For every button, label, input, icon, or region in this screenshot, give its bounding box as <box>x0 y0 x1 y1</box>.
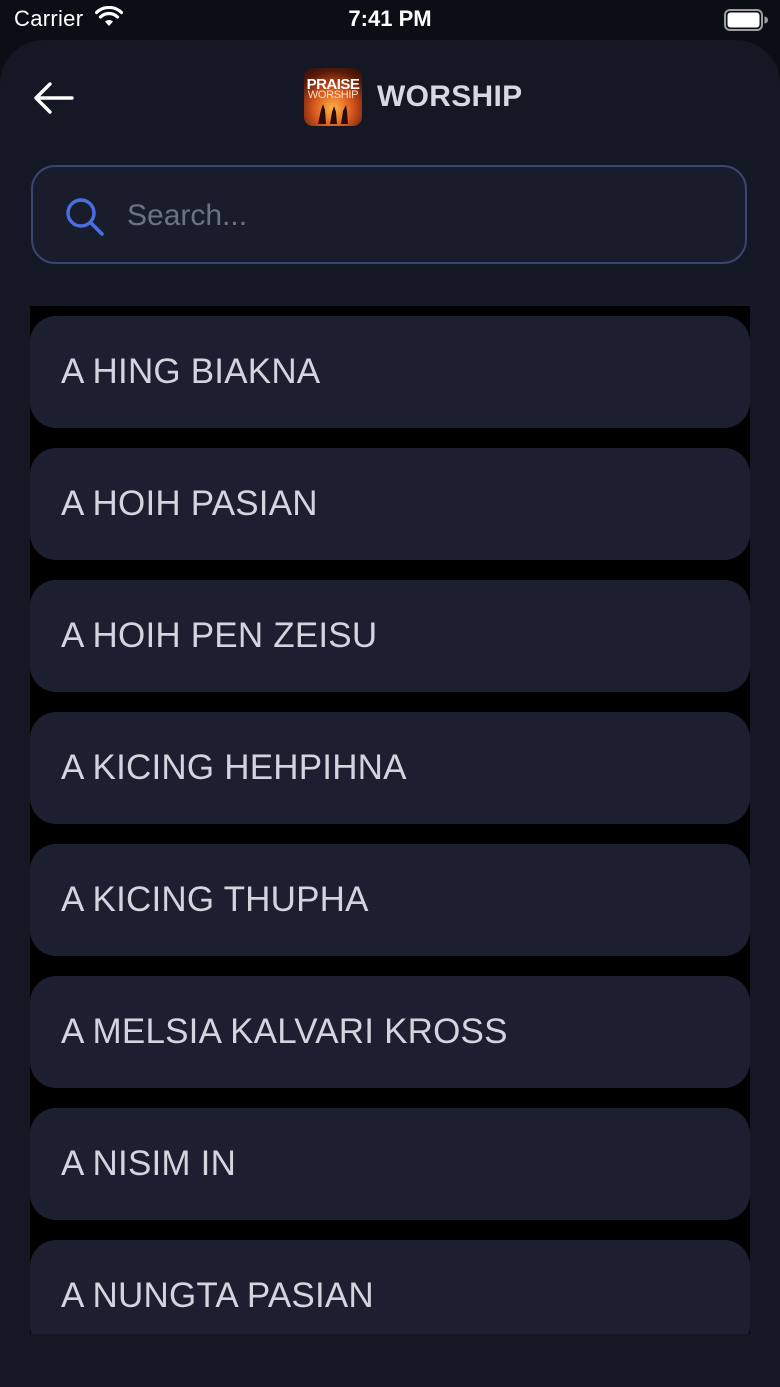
back-button[interactable] <box>30 78 78 118</box>
list-item[interactable]: A MELSIA KALVARI KROSS <box>30 976 750 1088</box>
list-item[interactable]: A NISIM IN <box>30 1108 750 1220</box>
search-bar[interactable] <box>31 165 747 264</box>
page-title: WORSHIP <box>377 80 523 113</box>
list-item[interactable]: A HOIH PASIAN <box>30 448 750 560</box>
list-item[interactable]: A KICING HEHPIHNA <box>30 712 750 824</box>
app-logo: PRAISE WORSHIP <box>304 68 362 126</box>
search-input[interactable] <box>125 187 709 245</box>
status-bar: Carrier 7:41 PM <box>0 0 780 40</box>
list-item-label: A HING BIAKNA <box>61 352 321 391</box>
header-title-group: PRAISE WORSHIP WORSHIP <box>304 68 522 126</box>
song-list[interactable]: A HING BIAKNA A HOIH PASIAN A HOIH PEN Z… <box>30 306 750 1334</box>
arrow-left-icon <box>34 82 74 114</box>
main-sheet: PRAISE WORSHIP WORSHIP UpdateStar.com A … <box>0 40 780 1387</box>
list-item-label: A KICING THUPHA <box>61 880 369 919</box>
list-item[interactable]: A KICING THUPHA <box>30 844 750 956</box>
battery-icon <box>724 9 768 31</box>
raised-hands-icon <box>318 104 348 124</box>
list-item-label: A MELSIA KALVARI KROSS <box>61 1012 508 1051</box>
list-item[interactable]: A HING BIAKNA <box>30 316 750 428</box>
list-item-label: A NUNGTA PASIAN <box>61 1276 374 1315</box>
list-item[interactable]: A NUNGTA PASIAN <box>30 1240 750 1334</box>
list-item-label: A NISIM IN <box>61 1144 237 1183</box>
list-item-label: A HOIH PEN ZEISU <box>61 616 378 655</box>
search-icon <box>66 198 104 236</box>
list-item-label: A HOIH PASIAN <box>61 484 318 523</box>
logo-text-worship: WORSHIP <box>307 89 359 101</box>
list-item[interactable]: A HOIH PEN ZEISU <box>30 580 750 692</box>
list-item-label: A KICING HEHPIHNA <box>61 748 407 787</box>
status-time: 7:41 PM <box>348 6 432 31</box>
